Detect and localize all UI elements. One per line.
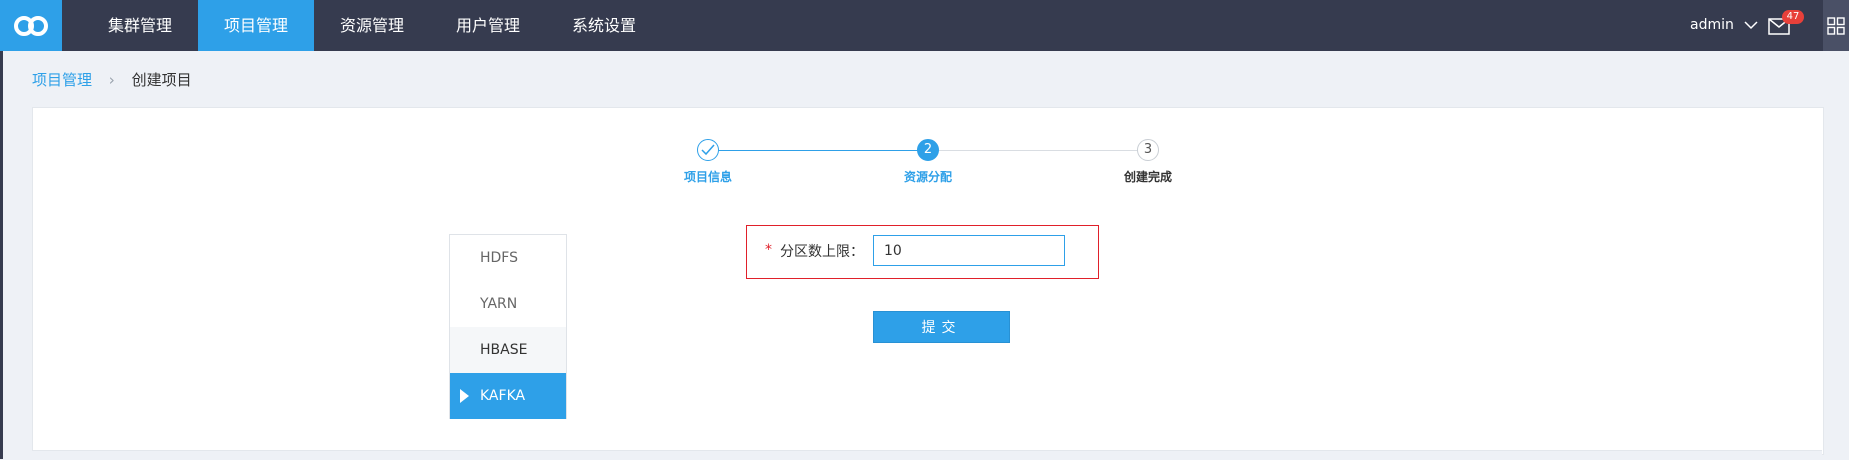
menu-item-kafka[interactable]: KAFKA xyxy=(450,373,566,419)
nav-system-settings[interactable]: 系统设置 xyxy=(554,0,654,51)
step-3-label: 创建完成 xyxy=(1123,170,1172,184)
partition-limit-label: 分区数上限： xyxy=(780,244,864,260)
app-grid-button[interactable] xyxy=(1823,0,1849,51)
menu-item-yarn[interactable]: YARN xyxy=(450,281,566,327)
nav-project-management[interactable]: 项目管理 xyxy=(198,0,314,51)
nav-resource-management[interactable]: 资源管理 xyxy=(322,0,422,51)
check-icon xyxy=(701,144,715,156)
menu-item-hdfs[interactable]: HDFS xyxy=(450,235,566,281)
notification-button[interactable]: 47 xyxy=(1768,10,1804,36)
partition-limit-input[interactable] xyxy=(873,235,1065,266)
step-1-circle xyxy=(697,139,719,161)
top-navbar: 集群管理 项目管理 资源管理 用户管理 系统设置 admin 47 xyxy=(0,0,1849,51)
required-mark: * xyxy=(765,242,772,258)
menu-item-label: YARN xyxy=(480,296,518,312)
left-edge xyxy=(0,51,3,459)
logo[interactable] xyxy=(0,0,62,51)
service-menu: HDFS YARN HBASE KAFKA xyxy=(449,234,567,419)
step-connector-pending xyxy=(938,150,1146,151)
menu-item-label: HDFS xyxy=(480,250,519,266)
grid-icon xyxy=(1827,16,1845,35)
menu-item-hbase[interactable]: HBASE xyxy=(450,327,566,373)
breadcrumb: 项目管理 › 创建项目 xyxy=(32,70,192,90)
user-menu[interactable]: admin xyxy=(1690,0,1758,51)
step-1-label: 项目信息 xyxy=(683,170,732,184)
step-3-circle: 3 xyxy=(1137,139,1159,161)
submit-button[interactable]: 提交 xyxy=(873,311,1010,343)
menu-item-label: HBASE xyxy=(480,342,528,358)
username: admin xyxy=(1690,17,1734,33)
breadcrumb-project-management[interactable]: 项目管理 xyxy=(32,71,92,89)
notification-badge: 47 xyxy=(1782,10,1804,24)
step-2-label: 资源分配 xyxy=(903,170,952,184)
caret-right-icon xyxy=(460,389,469,403)
nav-user-management[interactable]: 用户管理 xyxy=(438,0,538,51)
chevron-down-icon xyxy=(1744,20,1758,29)
nav-cluster-management[interactable]: 集群管理 xyxy=(90,0,190,51)
breadcrumb-current: 创建项目 xyxy=(131,71,192,89)
menu-item-label: KAFKA xyxy=(480,388,526,404)
logo-icon xyxy=(14,15,48,36)
chevron-right-icon: › xyxy=(108,71,115,89)
step-2-circle: 2 xyxy=(917,139,939,161)
step-connector-done xyxy=(718,150,926,151)
